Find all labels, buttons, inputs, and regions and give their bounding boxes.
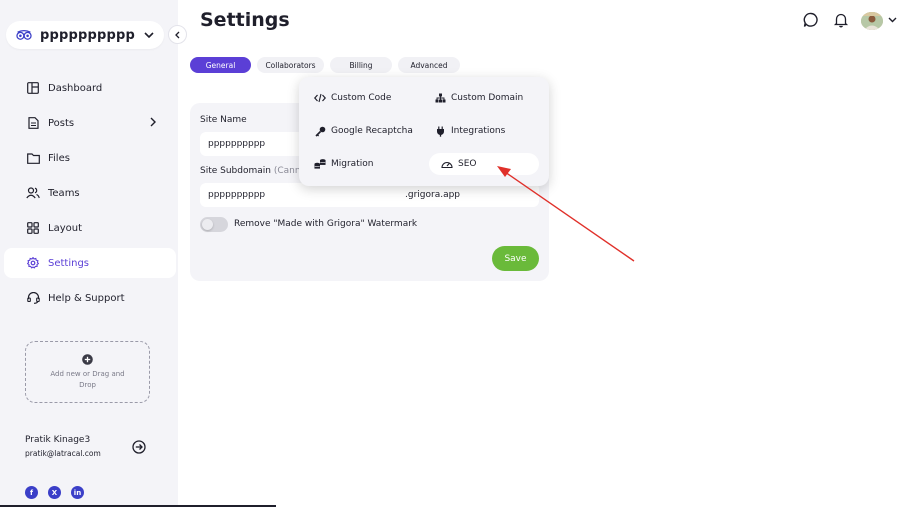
subdomain-field[interactable]: pppppppppp .grigora.app [200, 183, 539, 207]
chevron-down-icon[interactable] [888, 17, 897, 23]
menu-item-google-recaptcha[interactable]: Google Recaptcha [302, 120, 420, 142]
sidebar: pppppppppp Dashboard Posts Files Teams L… [0, 0, 178, 507]
site-selector[interactable]: pppppppppp [6, 21, 164, 49]
linkedin-icon[interactable]: in [71, 486, 84, 499]
key-icon [314, 125, 326, 137]
menu-item-label: Integrations [451, 126, 506, 136]
watermark-toggle[interactable] [200, 217, 228, 232]
dashboard-icon [26, 81, 40, 95]
menu-item-custom-code[interactable]: Custom Code [302, 87, 420, 109]
sidebar-item-label: Help & Support [48, 292, 125, 304]
chevron-down-icon [144, 32, 154, 38]
menu-item-seo[interactable]: SEO [429, 153, 539, 175]
menu-item-label: SEO [458, 159, 477, 169]
menu-item-integrations[interactable]: Integrations [422, 120, 542, 142]
tab-billing[interactable]: Billing [330, 57, 392, 73]
tab-collaborators[interactable]: Collaborators [257, 57, 324, 73]
sidebar-nav: Dashboard Posts Files Teams Layout Setti… [4, 73, 176, 318]
plug-icon [434, 125, 446, 137]
menu-item-migration[interactable]: Migration [302, 153, 420, 175]
tab-advanced[interactable]: Advanced [398, 57, 460, 73]
sidebar-item-label: Files [48, 152, 70, 164]
sidebar-item-label: Layout [48, 222, 82, 234]
collapse-sidebar-button[interactable] [168, 25, 187, 44]
teams-icon [26, 186, 40, 200]
sidebar-item-teams[interactable]: Teams [4, 178, 176, 208]
menu-item-label: Migration [331, 159, 374, 169]
facebook-icon[interactable]: f [25, 486, 38, 499]
menu-item-custom-domain[interactable]: Custom Domain [422, 87, 542, 109]
menu-item-label: Custom Domain [451, 93, 524, 103]
add-new-dropzone[interactable]: Add new or Drag and Drop [25, 341, 150, 403]
bell-icon[interactable] [833, 12, 849, 28]
save-button[interactable]: Save [492, 246, 539, 271]
sidebar-item-label: Posts [48, 117, 75, 129]
page-title: Settings [200, 9, 290, 31]
menu-item-label: Custom Code [331, 93, 392, 103]
database-icon [314, 158, 326, 170]
sidebar-item-label: Settings [48, 257, 90, 269]
watermark-label: Remove "Made with Grigora" Watermark [234, 219, 418, 229]
sidebar-item-label: Teams [48, 187, 80, 199]
chat-icon[interactable] [803, 12, 819, 28]
headset-icon [26, 291, 40, 305]
user-email: pratik@latracal.com [25, 449, 101, 458]
sidebar-item-layout[interactable]: Layout [4, 213, 176, 243]
folder-icon [26, 151, 40, 165]
social-links: f X in [25, 486, 84, 499]
menu-item-label: Google Recaptcha [331, 126, 413, 136]
avatar-image [861, 12, 883, 30]
sidebar-item-label: Dashboard [48, 82, 103, 94]
subdomain-suffix: .grigora.app [405, 190, 461, 200]
toggle-knob [202, 219, 213, 230]
user-avatar[interactable] [861, 12, 883, 30]
layout-icon [26, 221, 40, 235]
subdomain-note: (Cann [273, 166, 301, 176]
tripadvisor-logo-icon [16, 29, 32, 40]
sidebar-item-files[interactable]: Files [4, 143, 176, 173]
code-icon [314, 92, 326, 104]
sidebar-item-help-support[interactable]: Help & Support [4, 283, 176, 313]
x-twitter-icon[interactable]: X [48, 486, 61, 499]
site-name-label: Site Name [200, 115, 247, 125]
chevron-left-icon [175, 31, 180, 38]
site-name: pppppppppp [40, 27, 136, 43]
sitemap-icon [434, 92, 446, 104]
user-info: Pratik Kinage3 pratik@latracal.com [25, 435, 101, 458]
dropzone-label: Add new or Drag and Drop [50, 369, 125, 389]
user-name: Pratik Kinage3 [25, 435, 91, 445]
chevron-right-icon [150, 117, 156, 127]
plus-circle-icon [82, 353, 93, 365]
sidebar-item-dashboard[interactable]: Dashboard [4, 73, 176, 103]
tab-general[interactable]: General [190, 57, 251, 73]
posts-icon [26, 116, 40, 130]
sidebar-item-posts[interactable]: Posts [4, 108, 176, 138]
advanced-dropdown-menu: Custom Code Custom Domain Google Recaptc… [299, 77, 549, 186]
subdomain-value: pppppppppp [208, 190, 266, 200]
sidebar-item-settings[interactable]: Settings [4, 248, 176, 278]
gear-icon [26, 256, 40, 270]
settings-tabs: General Collaborators Billing Advanced [190, 57, 460, 73]
logout-icon[interactable] [132, 440, 146, 454]
gauge-icon [441, 158, 453, 170]
subdomain-label-text: Site Subdomain [200, 166, 271, 176]
subdomain-label: Site Subdomain (Cann [200, 166, 301, 176]
